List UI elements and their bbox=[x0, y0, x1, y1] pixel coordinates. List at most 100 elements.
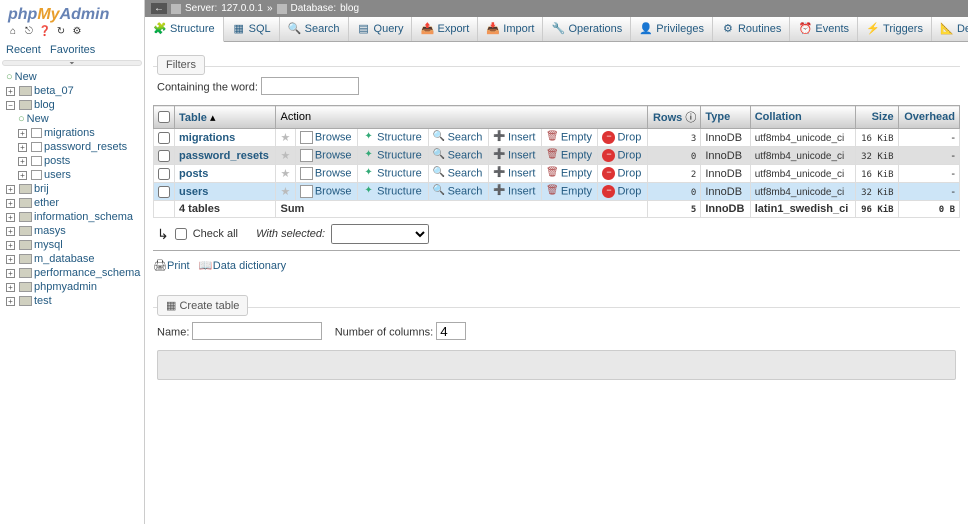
col-overhead[interactable]: Overhead bbox=[904, 111, 955, 123]
tab-operations[interactable]: 🔧Operations bbox=[543, 17, 631, 41]
check-all-label[interactable]: Check all bbox=[193, 228, 238, 240]
star-icon[interactable]: ★ bbox=[280, 132, 290, 144]
tree-table-migrations[interactable]: +migrations bbox=[4, 126, 140, 140]
empty-action[interactable]: Empty bbox=[561, 167, 592, 179]
info-icon[interactable]: ⓘ bbox=[685, 112, 696, 124]
search-action[interactable]: Search bbox=[448, 131, 483, 143]
collapse-nav-icon[interactable]: ← bbox=[151, 3, 167, 14]
tab-query[interactable]: ▤Query bbox=[349, 17, 413, 41]
row-size: 16 KiB bbox=[855, 165, 898, 183]
tab-designer[interactable]: 📐Designer bbox=[932, 17, 968, 41]
drop-action[interactable]: Drop bbox=[617, 185, 641, 197]
empty-action[interactable]: Empty bbox=[561, 185, 592, 197]
drop-action[interactable]: Drop bbox=[617, 149, 641, 161]
tree-db-beta[interactable]: +beta_07 bbox=[4, 84, 140, 98]
tree-new[interactable]: ○New bbox=[4, 70, 140, 84]
recent-link[interactable]: Recent bbox=[6, 44, 41, 56]
structure-action[interactable]: Structure bbox=[377, 185, 422, 197]
tree-db-masys[interactable]: +masys bbox=[4, 224, 140, 238]
database-icon bbox=[19, 86, 32, 96]
tree-table-posts[interactable]: +posts bbox=[4, 154, 140, 168]
tab-privileges[interactable]: 👤Privileges bbox=[631, 17, 713, 41]
tree-db-performance-schema[interactable]: +performance_schema bbox=[4, 266, 140, 280]
tab-search[interactable]: 🔍Search bbox=[280, 17, 349, 41]
empty-action[interactable]: Empty bbox=[561, 149, 592, 161]
tree-db-mysql[interactable]: +mysql bbox=[4, 238, 140, 252]
print-link[interactable]: Print bbox=[167, 260, 190, 272]
tab-triggers[interactable]: ⚡Triggers bbox=[858, 17, 932, 41]
row-checkbox[interactable] bbox=[158, 168, 170, 180]
tab-import[interactable]: 📥Import bbox=[478, 17, 543, 41]
favorites-link[interactable]: Favorites bbox=[50, 44, 95, 56]
reload-icon[interactable]: ↻ bbox=[54, 26, 68, 40]
structure-action[interactable]: Structure bbox=[377, 167, 422, 179]
col-collation[interactable]: Collation bbox=[755, 111, 802, 123]
browse-action[interactable]: Browse bbox=[315, 149, 352, 161]
table-name-link[interactable]: migrations bbox=[179, 132, 235, 144]
check-all[interactable] bbox=[175, 228, 187, 240]
new-icon: ○ bbox=[6, 71, 13, 83]
browse-action[interactable]: Browse bbox=[315, 131, 352, 143]
col-size[interactable]: Size bbox=[872, 111, 894, 123]
col-rows[interactable]: Rows bbox=[653, 112, 682, 124]
logout-icon[interactable]: ⎋ bbox=[22, 26, 36, 40]
tables-list: Table ▴ Action Rows ⓘ Type Collation Siz… bbox=[153, 105, 960, 218]
nav-tree: ○New +beta_07 −blog ○New +migrations +pa… bbox=[2, 68, 142, 310]
col-type[interactable]: Type bbox=[705, 111, 730, 123]
tab-structure[interactable]: 🧩Structure bbox=[145, 17, 224, 42]
insert-action[interactable]: Insert bbox=[508, 167, 536, 179]
tree-db-m-database[interactable]: +m_database bbox=[4, 252, 140, 266]
data-dict-link[interactable]: Data dictionary bbox=[213, 260, 286, 272]
nav-collapse-toggle[interactable]: ⏷ bbox=[2, 60, 142, 66]
row-checkbox[interactable] bbox=[158, 186, 170, 198]
check-all-top[interactable] bbox=[158, 111, 170, 123]
browse-action[interactable]: Browse bbox=[315, 185, 352, 197]
col-table[interactable]: Table bbox=[179, 112, 207, 124]
structure-icon: ✦ bbox=[362, 185, 375, 198]
table-name-link[interactable]: password_resets bbox=[179, 150, 269, 162]
tab-routines[interactable]: ⚙Routines bbox=[713, 17, 790, 41]
create-table-cols-input[interactable] bbox=[436, 322, 466, 340]
search-action[interactable]: Search bbox=[448, 149, 483, 161]
insert-action[interactable]: Insert bbox=[508, 149, 536, 161]
tree-table-users[interactable]: +users bbox=[4, 168, 140, 182]
tab-sql[interactable]: ▦SQL bbox=[224, 17, 280, 41]
table-name-link[interactable]: posts bbox=[179, 168, 208, 180]
logo[interactable]: phpMyAdmin bbox=[2, 2, 142, 26]
tree-db-blog[interactable]: −blog bbox=[4, 98, 140, 112]
settings-icon[interactable]: ⚙ bbox=[70, 26, 84, 40]
submit-bar bbox=[157, 350, 956, 380]
server-link[interactable]: 127.0.0.1 bbox=[221, 3, 263, 14]
insert-action[interactable]: Insert bbox=[508, 185, 536, 197]
tab-events[interactable]: ⏰Events bbox=[790, 17, 858, 41]
insert-action[interactable]: Insert bbox=[508, 131, 536, 143]
tree-db-information-schema[interactable]: +information_schema bbox=[4, 210, 140, 224]
drop-action[interactable]: Drop bbox=[617, 131, 641, 143]
row-checkbox[interactable] bbox=[158, 132, 170, 144]
with-selected-dropdown[interactable] bbox=[331, 224, 429, 244]
star-icon[interactable]: ★ bbox=[280, 168, 290, 180]
tree-db-phpmyadmin[interactable]: +phpmyadmin bbox=[4, 280, 140, 294]
structure-action[interactable]: Structure bbox=[377, 149, 422, 161]
browse-action[interactable]: Browse bbox=[315, 167, 352, 179]
home-icon[interactable]: ⌂ bbox=[6, 26, 20, 40]
docs-icon[interactable]: ❓ bbox=[38, 26, 52, 40]
table-name-link[interactable]: users bbox=[179, 186, 208, 198]
star-icon[interactable]: ★ bbox=[280, 186, 290, 198]
drop-action[interactable]: Drop bbox=[617, 167, 641, 179]
database-link[interactable]: blog bbox=[340, 3, 359, 14]
filter-input[interactable] bbox=[261, 77, 359, 95]
row-checkbox[interactable] bbox=[158, 150, 170, 162]
search-action[interactable]: Search bbox=[448, 185, 483, 197]
create-table-name-input[interactable] bbox=[192, 322, 322, 340]
tree-db-ether[interactable]: +ether bbox=[4, 196, 140, 210]
tab-export[interactable]: 📤Export bbox=[412, 17, 478, 41]
search-action[interactable]: Search bbox=[448, 167, 483, 179]
tree-blog-new[interactable]: ○New bbox=[4, 112, 140, 126]
structure-action[interactable]: Structure bbox=[377, 131, 422, 143]
tree-db-test[interactable]: +test bbox=[4, 294, 140, 308]
tree-table-password-resets[interactable]: +password_resets bbox=[4, 140, 140, 154]
empty-action[interactable]: Empty bbox=[561, 131, 592, 143]
star-icon[interactable]: ★ bbox=[280, 150, 290, 162]
tree-db-brij[interactable]: +brij bbox=[4, 182, 140, 196]
